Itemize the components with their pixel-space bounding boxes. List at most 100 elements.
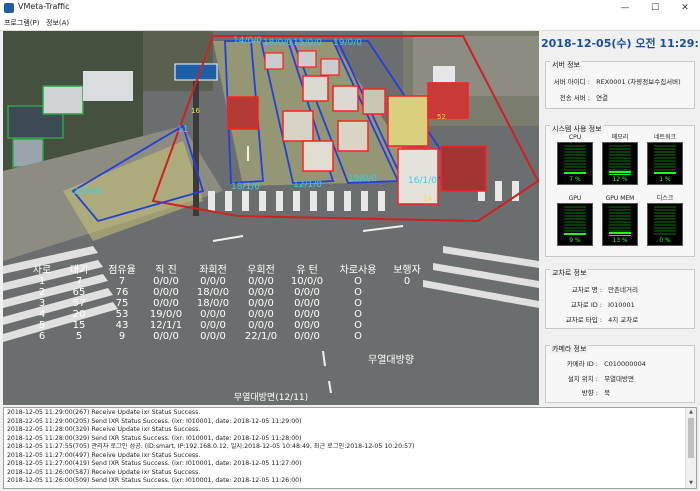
log-line: 2018-12-05 11:28:00(329) Send IXR Status… [7,434,302,442]
server-id-value: REX0001 (차량정보수집서버) [596,78,681,86]
zone-label: 18/1/0 [231,182,260,192]
log-scrollbar[interactable]: ▲ ▼ [685,408,696,488]
table-row: 3 57 75 0/0/0 18/0/0 0/0/0 0/0/0 O [38,298,362,309]
group-title: 교차로 정보 [550,268,589,278]
traffic-pole [193,76,199,216]
transfer-server-value: 연결 [596,94,609,102]
title-bar: VMeta-Traffic — ☐ ✕ [0,0,700,17]
header-straight: 직 진 [155,265,177,276]
parked-car [83,71,133,101]
header-queue: 대기 [69,265,89,276]
maximize-button[interactable]: ☐ [640,0,670,16]
menu-bar: 프로그램(P) 정보(A) [0,16,700,31]
zone-label: 11 [177,125,188,135]
table-row: 177 0/0/0 0/0/0 0/0/0 10/0/0 O 0 [38,276,411,287]
road-sign [174,63,218,81]
header-right-turn: 우회전 [247,265,275,276]
zone-label: 12/1/0 [293,180,322,190]
log-line: 2018-12-05 11:27:00(497) Receive Update … [7,451,201,459]
group-title: 서버 정보 [550,60,582,70]
network-meter: 네트워크 1 % [647,134,683,185]
disk-meter: 디스크 0 % [647,195,683,246]
log-line: 2018-12-05 11:28:00(329) Receive Update … [7,426,201,433]
camera-watermark: 무열대방향 [368,355,414,366]
zone-label: 15/0/0 [293,38,322,48]
header-pedestrian: 보행자 [393,265,421,276]
vehicle-id-label: 14 [423,195,432,203]
scroll-thumb[interactable] [688,418,694,458]
scroll-up-icon[interactable]: ▲ [686,408,696,417]
camera-direction-label: 방향 : [581,389,598,397]
log-line: 2018-12-05 11:26:00(509) Send IXR Status… [7,477,302,484]
zone-label: 18/0/0 [263,38,292,48]
transfer-server-label: 전송 서버 : [559,94,590,102]
intersection-info-group: 교차로 정보 교차로 명 : 만촌네거리 교차로 ID : I010001 교차… [545,268,695,329]
camera-id-value: C010000004 [604,360,646,368]
traffic-scene: 14/0/0 18/0/0 15/0/0 19/0/0 11 23/0/0 18… [3,31,539,405]
camera-caption: 무열대방면(12/11) [233,393,309,403]
memory-meter: 메모리 12 % [602,134,638,185]
header-lane-use: 차로사용 [339,265,377,276]
meter-fill [564,172,586,175]
header-u-turn: 유 턴 [296,265,318,276]
intersection-id-value: I010001 [608,301,635,309]
intersection-name-label: 교차로 명 : [571,286,602,294]
camera-video-view[interactable]: 14/0/0 18/0/0 15/0/0 19/0/0 11 23/0/0 18… [3,31,539,405]
gpu-memory-meter: GPU MEM 13 % [602,195,638,246]
table-row: 2 65 76 0/0/0 18/0/0 0/0/0 0/0/0 O [38,287,362,298]
menu-program[interactable]: 프로그램(P) [4,18,39,28]
scroll-down-icon[interactable]: ▼ [686,479,696,488]
log-line: 2018-12-05 11:29:00(205) Send IXR Status… [7,417,302,425]
cpu-meter: CPU 7 % [557,134,593,185]
lane-statistics-overlay: 차로 대기 점유율 직 진 좌회전 우회전 유 턴 차로사용 보행자 177 0… [27,265,427,342]
menu-info[interactable]: 정보(A) [46,18,69,28]
group-title: 시스템 사용 정보 [550,124,604,134]
side-panel: 2018-12-05(수) 오전 11:29:15 서버 정보 서버 아이디 :… [541,31,700,405]
clock-display: 2018-12-05(수) 오전 11:29:15 [541,37,700,50]
camera-info-group: 카메라 정보 카메라 ID : C010000004 설치 위치 : 무열대방면… [545,344,695,403]
table-row: 659 0/0/0 0/0/0 22/1/0 0/0/0 O [38,331,362,342]
zone-label: 19/0/0 [333,38,362,48]
table-row: 5 15 43 12/1/1 0/0/0 0/0/0 0/0/0 O [38,320,362,331]
header-occupancy: 점유율 [108,265,136,276]
meter-fill [609,232,631,236]
background-car [433,66,455,82]
meter-fill [654,172,676,175]
log-list: 2018-12-05 11:29:00(267) Receive Update … [7,409,683,486]
lane-statistics-table: 차로 대기 점유율 직 진 좌회전 우회전 유 턴 차로사용 보행자 177 0… [27,265,427,342]
camera-id-label: 카메라 ID : [566,360,598,368]
log-line: 2018-12-05 11:27:55(705) 관리자 로그인 성공. (ID… [7,443,415,450]
app-icon [4,3,14,13]
header-lane: 차로 [32,265,52,276]
zone-label: 14/0/0 [233,36,262,46]
log-line: 2018-12-05 11:27:00(419) Send IXR Status… [7,460,302,467]
log-panel[interactable]: 2018-12-05 11:29:00(267) Receive Update … [3,407,697,489]
log-line: 2018-12-05 11:26:00(587) Receive Update … [7,468,201,476]
log-line: 2018-12-05 11:29:00(267) Receive Update … [7,409,201,416]
gpu-meter: GPU 9 % [557,195,593,246]
camera-direction-value: 북 [604,389,611,397]
intersection-type-value: 4지 교차로 [608,316,639,324]
table-header-row: 차로 대기 점유율 직 진 좌회전 우회전 유 턴 차로사용 보행자 [27,265,427,276]
intersection-id-label: 교차로 ID : [570,301,602,309]
camera-location-label: 설치 위치 : [567,375,598,383]
meter-fill [564,233,586,236]
intersection-name-value: 만촌네거리 [608,286,638,294]
group-title: 카메라 정보 [550,344,589,354]
vehicle-id-label: 16 [191,107,200,115]
meter-fill [609,171,631,175]
zone-label: 19/0/0 [348,174,377,184]
intersection-type-label: 교차로 타입 : [565,316,602,324]
parked-car-box [42,85,84,115]
camera-location-value: 무열대방면 [604,375,634,383]
minimize-button[interactable]: — [610,0,640,16]
table-row: 4 20 53 19/0/0 0/0/0 0/0/0 0/0/0 O [38,309,362,320]
server-id-label: 서버 아이디 : [553,78,590,86]
system-usage-group: 시스템 사용 정보 CPU 7 % 메모리 12 % 네트워크 1 % GPU … [545,124,695,257]
trees-center [143,31,213,91]
vehicle-id-label: 52 [437,113,446,121]
server-info-group: 서버 정보 서버 아이디 : REX0001 (차량정보수집서버) 전송 서버 … [545,60,695,109]
zone-label: 23/0/0 [73,187,102,197]
window-title: VMeta-Traffic [18,2,70,11]
close-button[interactable]: ✕ [670,0,700,16]
